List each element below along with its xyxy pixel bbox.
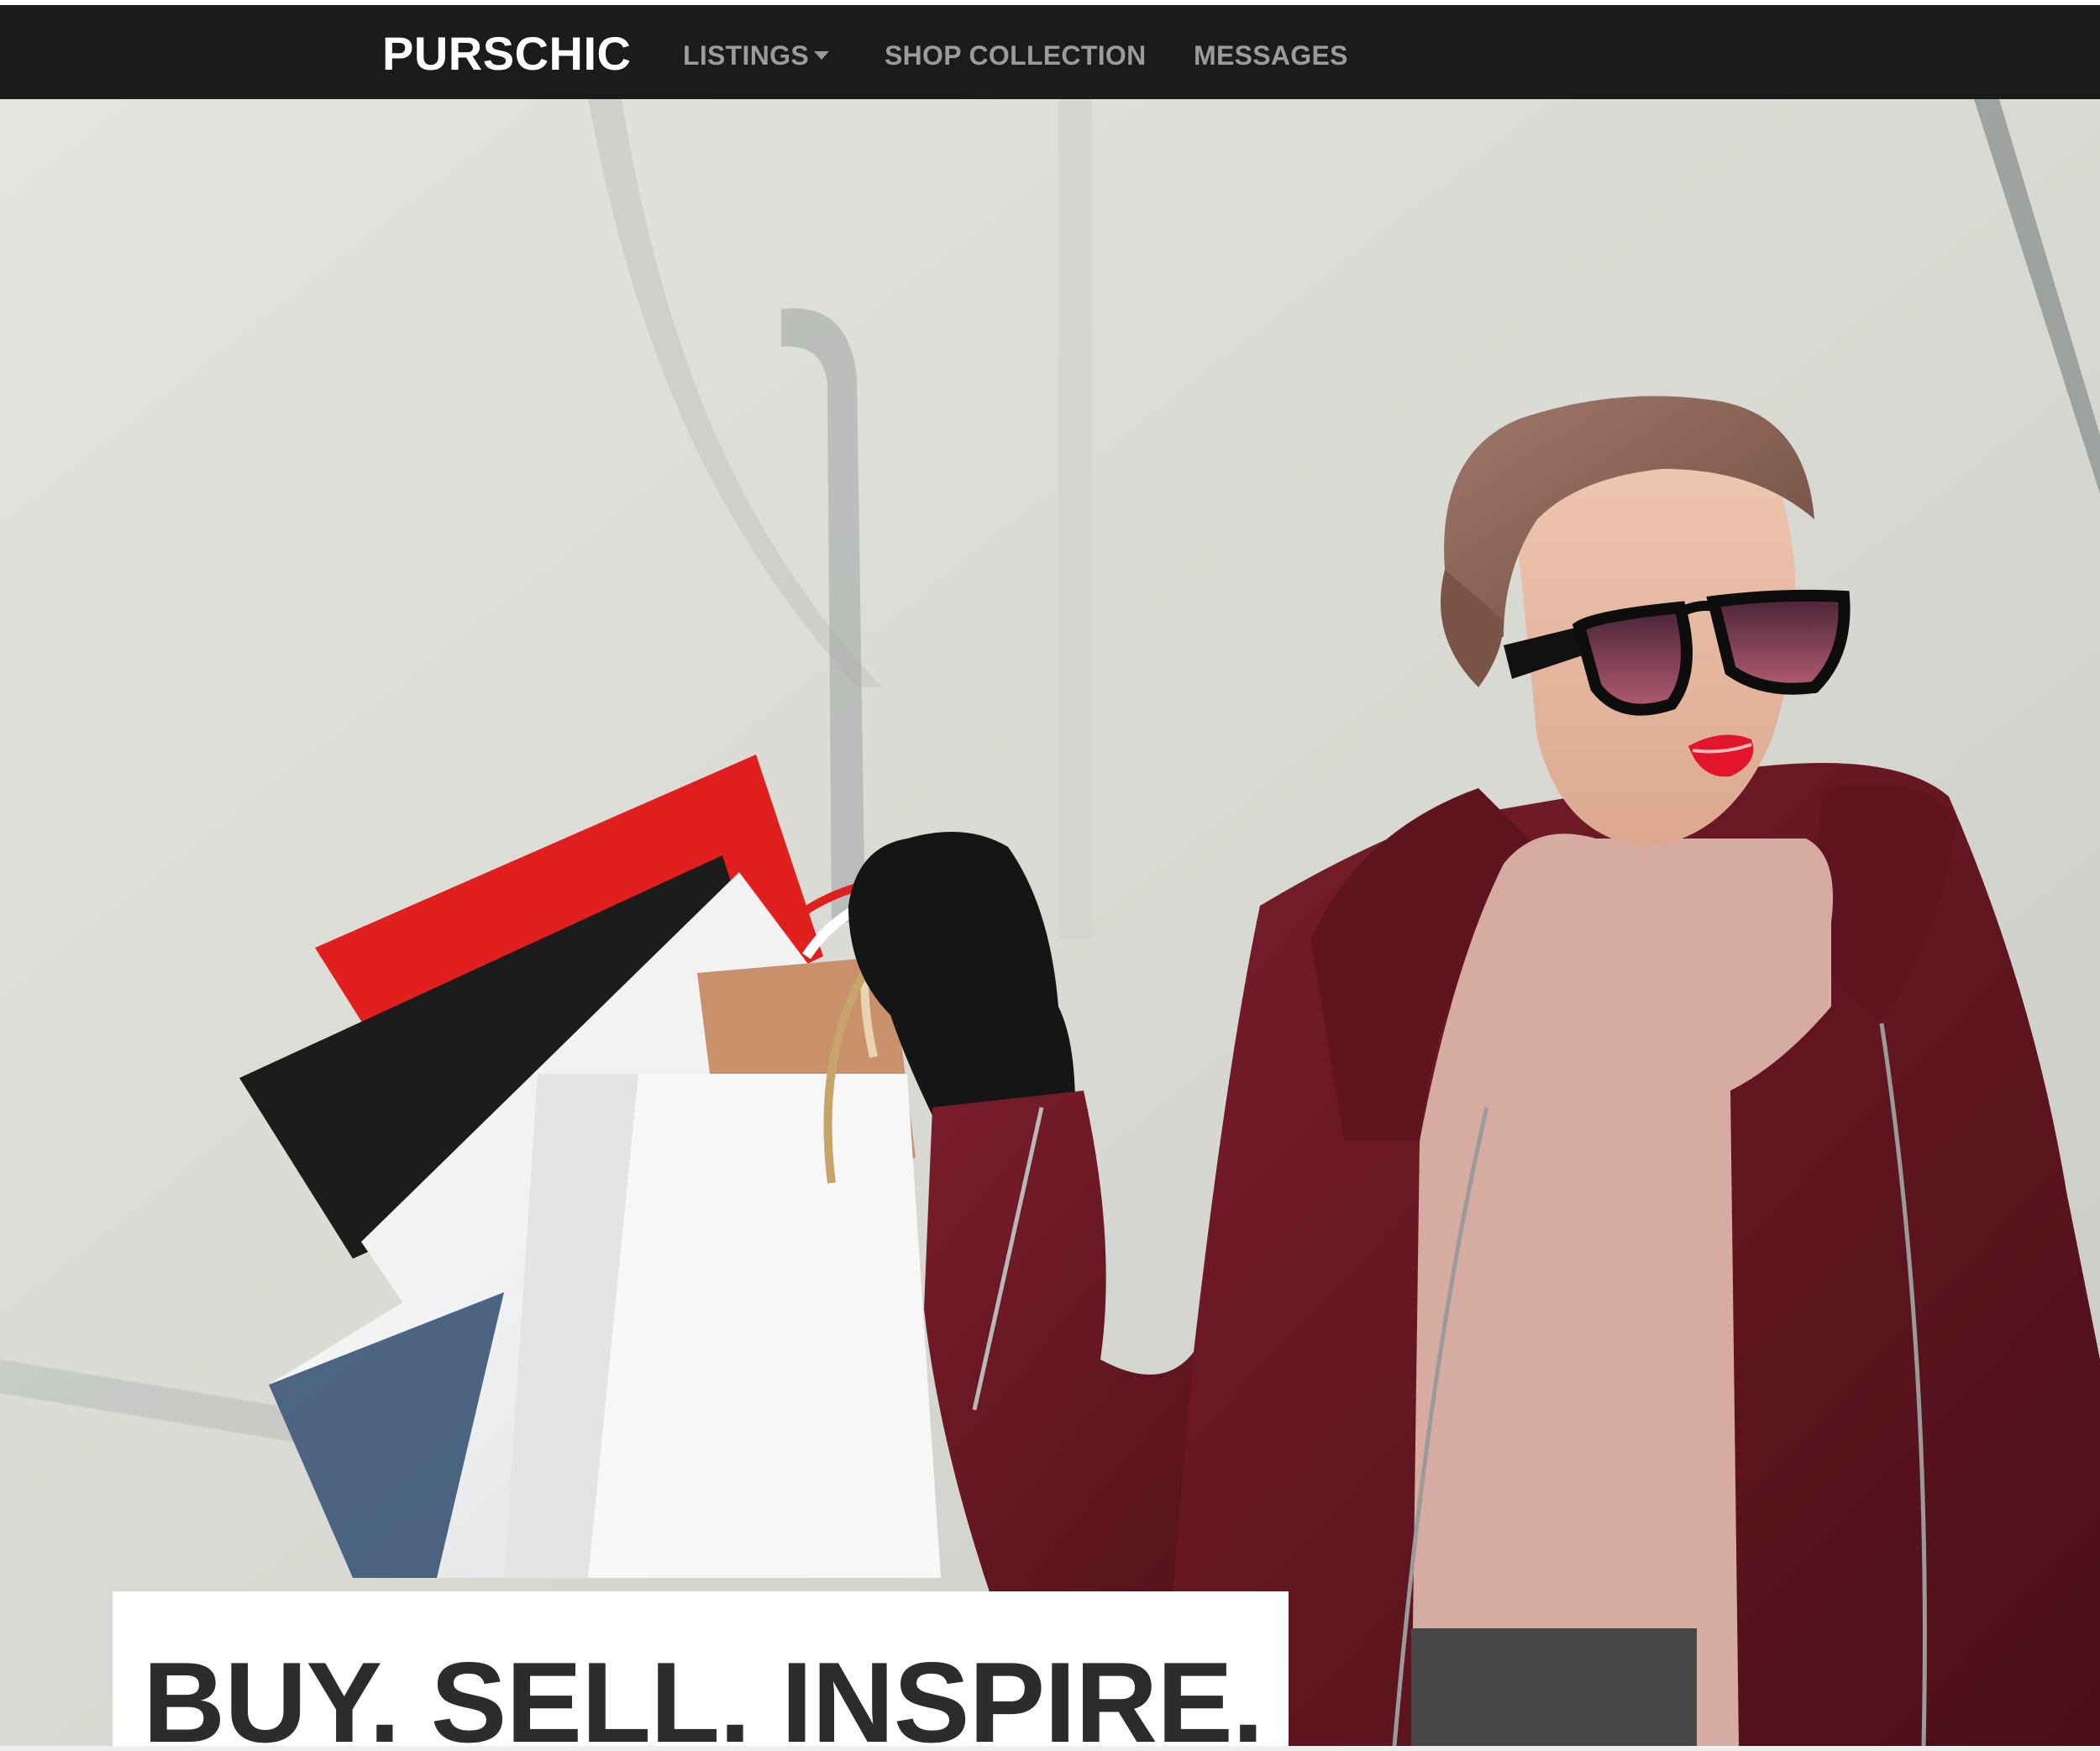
tagline-box: BUY. SELL. INSPIRE.: [113, 1591, 1289, 1746]
hero-photo: [0, 99, 2100, 1746]
nav-listings[interactable]: LISTINGS: [683, 39, 829, 72]
page: PURSCHIC LISTINGS SHOP COLLECTION MESSAG…: [0, 0, 2100, 1751]
top-navbar: PURSCHIC LISTINGS SHOP COLLECTION MESSAG…: [0, 5, 2100, 99]
nav-shop-collection[interactable]: SHOP COLLECTION: [885, 39, 1146, 72]
hero-banner: BUY. SELL. INSPIRE.: [0, 99, 2100, 1746]
nav-shop-collection-label: SHOP COLLECTION: [885, 40, 1147, 71]
page-bottom-edge: [0, 1746, 2100, 1751]
caret-down-icon: [813, 50, 829, 60]
brand-logo[interactable]: PURSCHIC: [382, 29, 631, 79]
hero-tagline: BUY. SELL. INSPIRE.: [143, 1638, 1264, 1746]
nav-listings-label: LISTINGS: [683, 40, 809, 71]
nav-messages-label: MESSAGES: [1194, 40, 1348, 71]
nav-messages[interactable]: MESSAGES: [1194, 39, 1348, 72]
